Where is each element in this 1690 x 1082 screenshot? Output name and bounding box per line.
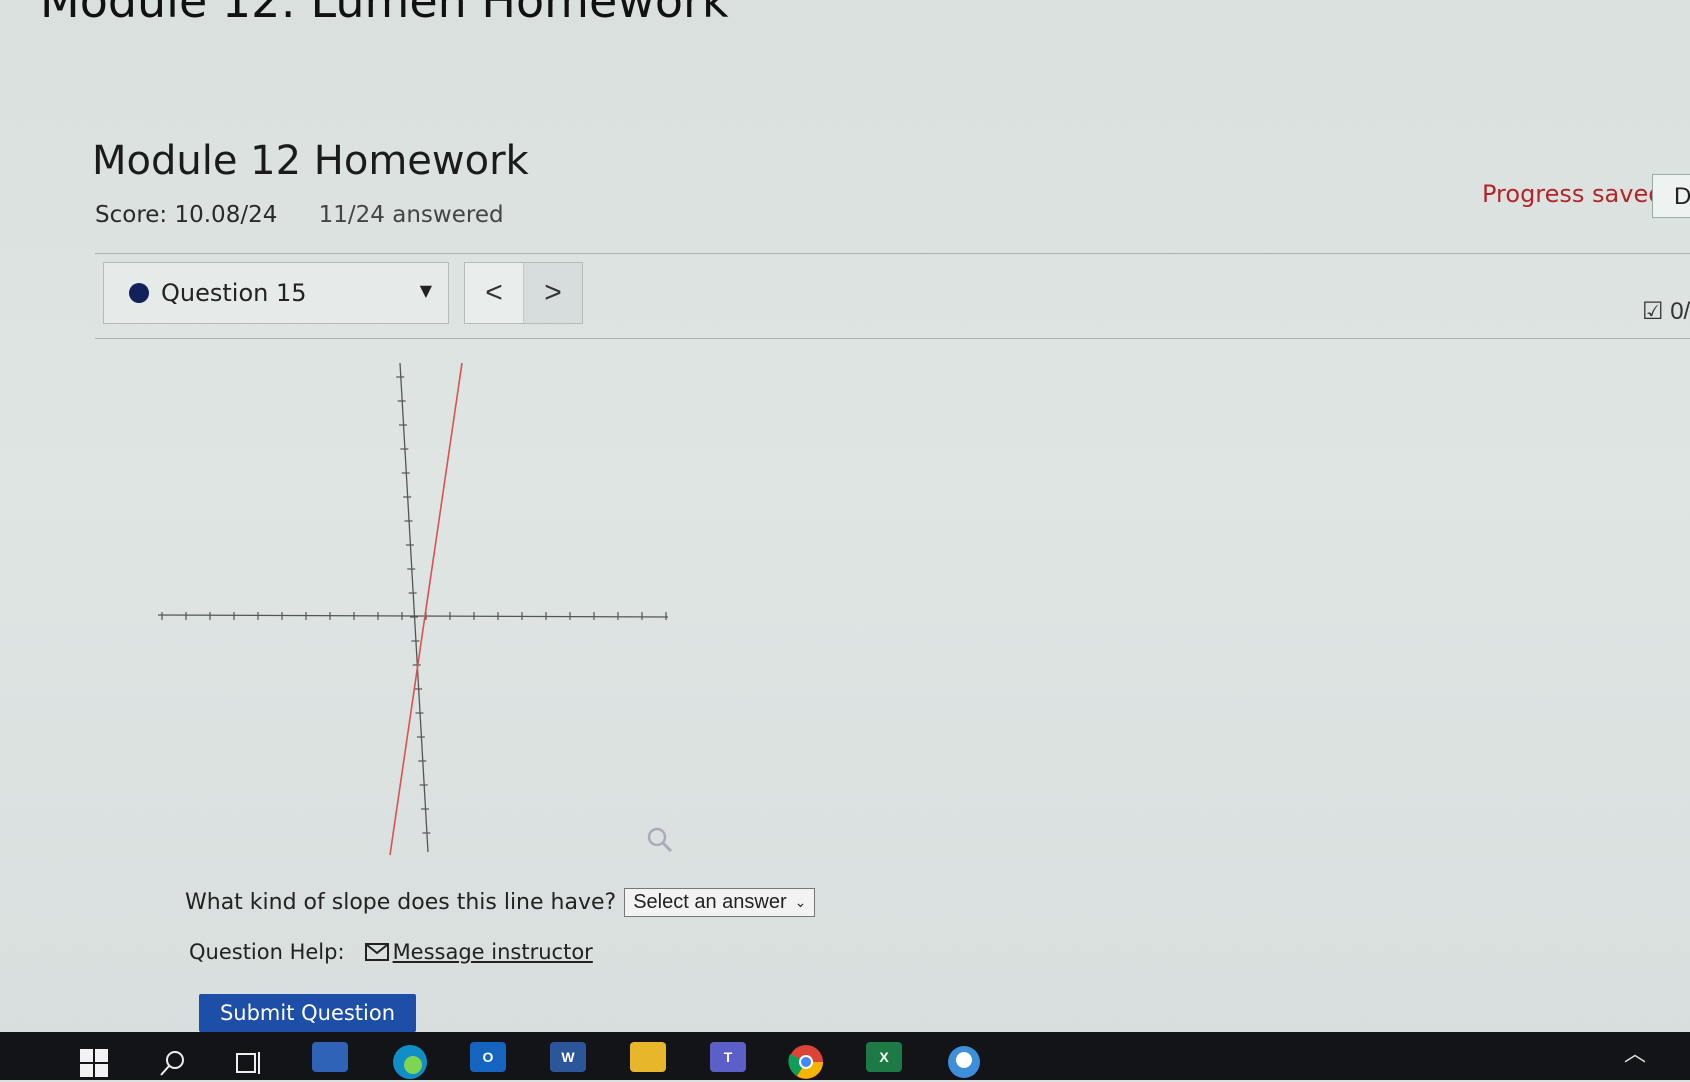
- answered-count: 11/24 answered: [318, 202, 504, 228]
- details-button[interactable]: D: [1652, 174, 1690, 218]
- chevron-down-icon: ⌄: [794, 894, 807, 910]
- app-icon[interactable]: [312, 1042, 348, 1072]
- question-prompt-row: What kind of slope does this line have? …: [185, 888, 816, 917]
- cut-off-heading: Module 12: Lumen Homework: [40, 0, 729, 28]
- question-help: Question Help: Message instructor: [189, 940, 593, 964]
- progress-saved-status: Progress saved: [1482, 180, 1664, 208]
- outlook-icon[interactable]: O: [470, 1042, 506, 1072]
- graphed-line: [389, 362, 463, 856]
- page-title: Module 12 Homework: [92, 138, 529, 184]
- question-label: Question 15: [161, 279, 307, 307]
- excel-icon[interactable]: X: [866, 1042, 902, 1072]
- y-axis: [399, 362, 429, 853]
- caret-down-icon: ▼: [419, 281, 432, 300]
- answer-select[interactable]: Select an answer ⌄: [624, 888, 816, 917]
- answer-select-value: Select an answer: [633, 891, 787, 913]
- message-instructor-link[interactable]: Message instructor: [393, 940, 593, 964]
- question-score-text: 0/: [1670, 298, 1690, 325]
- question-status-dot: [129, 283, 149, 303]
- question-nav: < >: [464, 262, 583, 324]
- search-icon[interactable]: [158, 1048, 188, 1078]
- app-icon-2[interactable]: [944, 1042, 984, 1082]
- next-question-button[interactable]: >: [524, 263, 582, 323]
- teams-icon[interactable]: T: [710, 1042, 746, 1072]
- magnify-icon[interactable]: [646, 826, 674, 854]
- mail-icon: [364, 943, 389, 961]
- previous-question-button[interactable]: <: [465, 263, 524, 323]
- task-view-icon[interactable]: [234, 1048, 264, 1078]
- score-text: Score: 10.08/24: [95, 202, 278, 228]
- question-select[interactable]: Question 15 ▼: [103, 262, 449, 324]
- question-prompt: What kind of slope does this line have?: [185, 890, 617, 915]
- file-explorer-icon[interactable]: [630, 1042, 666, 1072]
- submit-question-button[interactable]: Submit Question: [199, 994, 416, 1032]
- word-icon[interactable]: W: [550, 1042, 586, 1072]
- question-help-label: Question Help:: [189, 940, 345, 964]
- question-score: ☑ 0/: [1642, 297, 1690, 326]
- chrome-icon[interactable]: [786, 1042, 826, 1082]
- divider: [95, 253, 1690, 254]
- checkbox-icon: ☑: [1642, 298, 1664, 325]
- chevron-up-icon[interactable]: ︿: [1624, 1036, 1646, 1068]
- graph: [157, 362, 669, 856]
- score-bar: Score: 10.08/24 11/24 answered: [95, 202, 504, 228]
- divider: [95, 338, 1690, 339]
- edge-icon[interactable]: [390, 1042, 430, 1082]
- windows-icon[interactable]: [80, 1049, 108, 1077]
